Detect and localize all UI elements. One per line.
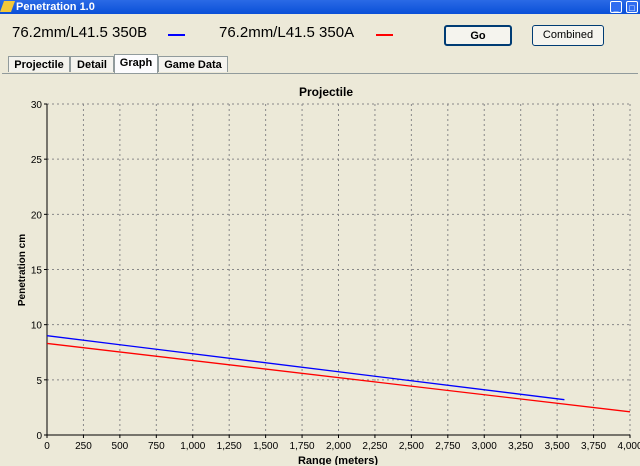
x-tick-label: 250	[75, 441, 92, 452]
x-tick-label: 1,750	[290, 441, 315, 452]
x-tick-label: 3,000	[472, 441, 497, 452]
x-axis-label: Range (meters)	[298, 455, 378, 465]
x-tick-label: 2,750	[435, 441, 460, 452]
x-tick-label: 1,250	[217, 441, 242, 452]
x-tick-label: 3,250	[508, 441, 533, 452]
y-tick-label: 30	[31, 100, 43, 111]
x-tick-label: 2,000	[326, 441, 351, 452]
x-tick-label: 750	[148, 441, 165, 452]
x-tick-label: 500	[112, 441, 129, 452]
series-line	[46, 335, 565, 401]
y-tick-label: 20	[31, 210, 43, 221]
series-line	[46, 342, 631, 413]
x-tick-label: 1,500	[253, 441, 278, 452]
chart-title: Projectile	[299, 85, 353, 99]
tab-graph[interactable]: Graph	[114, 54, 158, 73]
y-axis-label: Penetration cm	[17, 234, 28, 306]
y-tick-label: 5	[36, 376, 42, 387]
y-tick-label: 25	[31, 155, 43, 166]
penetration-chart: Projectile Range (meters) Penetration cm…	[17, 85, 640, 465]
y-tick-label: 15	[31, 266, 43, 277]
x-tick-label: 2,250	[362, 441, 387, 452]
x-tick-label: 0	[44, 441, 50, 452]
x-tick-label: 1,000	[180, 441, 205, 452]
x-tick-label: 2,500	[399, 441, 424, 452]
x-tick-label: 3,750	[581, 441, 606, 452]
x-tick-label: 4,000	[617, 441, 640, 452]
y-tick-label: 10	[31, 321, 43, 332]
y-tick-label: 0	[36, 431, 42, 442]
x-tick-label: 3,500	[545, 441, 570, 452]
